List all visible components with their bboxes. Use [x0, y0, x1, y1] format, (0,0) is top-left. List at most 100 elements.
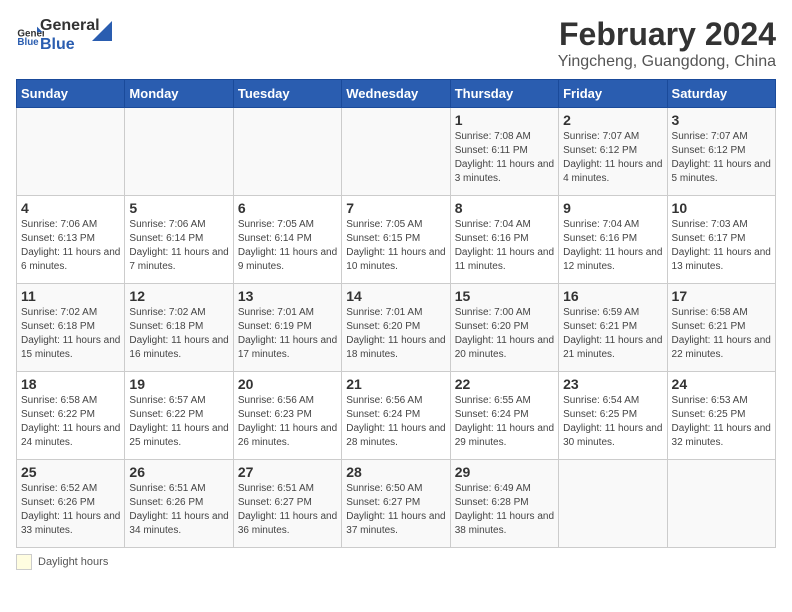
calendar-day-cell: 1 Sunrise: 7:08 AM Sunset: 6:11 PM Daylig…	[450, 108, 558, 196]
day-number: 3	[672, 112, 771, 128]
calendar-week-row: 18Sunrise: 6:58 AM Sunset: 6:22 PM Dayli…	[17, 372, 776, 460]
day-info: Sunrise: 6:54 AM Sunset: 6:25 PM Dayligh…	[563, 394, 662, 450]
day-info: Sunrise: 6:58 AM Sunset: 6:22 PM Dayligh…	[21, 394, 120, 450]
day-info: Sunrise: 7:05 AM Sunset: 6:15 PM Dayligh…	[346, 218, 445, 274]
day-info: Sunrise: 7:02 AM Sunset: 6:18 PM Dayligh…	[129, 306, 228, 362]
calendar-week-row: 11 Sunrise: 7:02 AM Sunset: 6:18 PM Dayli…	[17, 284, 776, 372]
day-info: Sunrise: 7:06 AM Sunset: 6:13 PM Dayligh…	[21, 218, 120, 274]
day-number: 11	[21, 288, 120, 304]
day-info: Sunrise: 6:49 AM Sunset: 6:28 PM Dayligh…	[455, 482, 554, 538]
calendar-day-cell: 2 Sunrise: 7:07 AM Sunset: 6:12 PM Daylig…	[559, 108, 667, 196]
calendar-week-row: 4 Sunrise: 7:06 AM Sunset: 6:13 PM Daylig…	[17, 196, 776, 284]
calendar-day-cell: 25 Sunrise: 6:52 AM Sunset: 6:26 PM Dayli…	[17, 460, 125, 548]
day-number: 15	[455, 288, 554, 304]
calendar-day-cell: 26 Sunrise: 6:51 AM Sunset: 6:26 PM Dayli…	[125, 460, 233, 548]
day-number: 17	[672, 288, 771, 304]
day-number: 10	[672, 200, 771, 216]
calendar-day-cell: 12Sunrise: 7:02 AM Sunset: 6:18 PM Dayli…	[125, 284, 233, 372]
day-info: Sunrise: 6:53 AM Sunset: 6:25 PM Dayligh…	[672, 394, 771, 450]
day-info: Sunrise: 7:02 AM Sunset: 6:18 PM Dayligh…	[21, 306, 120, 362]
calendar-day-cell: 19Sunrise: 6:57 AM Sunset: 6:22 PM Dayli…	[125, 372, 233, 460]
day-info: Sunrise: 6:59 AM Sunset: 6:21 PM Dayligh…	[563, 306, 662, 362]
day-info: Sunrise: 7:01 AM Sunset: 6:19 PM Dayligh…	[238, 306, 337, 362]
day-number: 7	[346, 200, 445, 216]
day-info: Sunrise: 6:51 AM Sunset: 6:27 PM Dayligh…	[238, 482, 337, 538]
day-info: Sunrise: 7:06 AM Sunset: 6:14 PM Dayligh…	[129, 218, 228, 274]
day-number: 25	[21, 464, 120, 480]
logo: General Blue General Blue	[16, 16, 112, 54]
day-info: Sunrise: 6:51 AM Sunset: 6:26 PM Dayligh…	[129, 482, 228, 538]
calendar-header-row: SundayMondayTuesdayWednesdayThursdayFrid…	[17, 80, 776, 108]
calendar-day-cell: 28 Sunrise: 6:50 AM Sunset: 6:27 PM Dayli…	[342, 460, 450, 548]
day-number: 23	[563, 376, 662, 392]
day-number: 5	[129, 200, 228, 216]
calendar-day-cell: 5 Sunrise: 7:06 AM Sunset: 6:14 PM Daylig…	[125, 196, 233, 284]
day-info: Sunrise: 7:04 AM Sunset: 6:16 PM Dayligh…	[455, 218, 554, 274]
month-year-title: February 2024	[558, 16, 776, 53]
day-number: 2	[563, 112, 662, 128]
calendar-day-cell: 8 Sunrise: 7:04 AM Sunset: 6:16 PM Daylig…	[450, 196, 558, 284]
calendar-day-cell	[667, 460, 775, 548]
day-number: 16	[563, 288, 662, 304]
day-info: Sunrise: 7:08 AM Sunset: 6:11 PM Dayligh…	[455, 130, 554, 186]
calendar-day-cell: 11 Sunrise: 7:02 AM Sunset: 6:18 PM Dayli…	[17, 284, 125, 372]
calendar-day-cell: 29Sunrise: 6:49 AM Sunset: 6:28 PM Dayli…	[450, 460, 558, 548]
day-of-week-header: Thursday	[450, 80, 558, 108]
day-of-week-header: Monday	[125, 80, 233, 108]
calendar-day-cell	[559, 460, 667, 548]
day-info: Sunrise: 6:56 AM Sunset: 6:24 PM Dayligh…	[346, 394, 445, 450]
day-of-week-header: Sunday	[17, 80, 125, 108]
calendar-day-cell	[342, 108, 450, 196]
day-info: Sunrise: 7:07 AM Sunset: 6:12 PM Dayligh…	[672, 130, 771, 186]
day-of-week-header: Saturday	[667, 80, 775, 108]
calendar-day-cell: 3 Sunrise: 7:07 AM Sunset: 6:12 PM Daylig…	[667, 108, 775, 196]
day-number: 27	[238, 464, 337, 480]
calendar-day-cell: 9Sunrise: 7:04 AM Sunset: 6:16 PM Daylig…	[559, 196, 667, 284]
calendar-day-cell: 27 Sunrise: 6:51 AM Sunset: 6:27 PM Dayli…	[233, 460, 341, 548]
calendar-day-cell: 20 Sunrise: 6:56 AM Sunset: 6:23 PM Dayli…	[233, 372, 341, 460]
calendar-day-cell: 17 Sunrise: 6:58 AM Sunset: 6:21 PM Dayli…	[667, 284, 775, 372]
day-number: 14	[346, 288, 445, 304]
day-info: Sunrise: 6:58 AM Sunset: 6:21 PM Dayligh…	[672, 306, 771, 362]
day-info: Sunrise: 6:56 AM Sunset: 6:23 PM Dayligh…	[238, 394, 337, 450]
day-info: Sunrise: 6:50 AM Sunset: 6:27 PM Dayligh…	[346, 482, 445, 538]
day-number: 1	[455, 112, 554, 128]
day-number: 20	[238, 376, 337, 392]
day-of-week-header: Tuesday	[233, 80, 341, 108]
calendar-day-cell: 4 Sunrise: 7:06 AM Sunset: 6:13 PM Daylig…	[17, 196, 125, 284]
legend-label: Daylight hours	[38, 556, 108, 568]
day-number: 21	[346, 376, 445, 392]
day-number: 4	[21, 200, 120, 216]
day-info: Sunrise: 7:07 AM Sunset: 6:12 PM Dayligh…	[563, 130, 662, 186]
logo-blue: Blue	[40, 35, 75, 54]
day-info: Sunrise: 7:04 AM Sunset: 6:16 PM Dayligh…	[563, 218, 662, 274]
day-number: 24	[672, 376, 771, 392]
day-number: 6	[238, 200, 337, 216]
calendar-day-cell: 16 Sunrise: 6:59 AM Sunset: 6:21 PM Dayli…	[559, 284, 667, 372]
day-info: Sunrise: 7:01 AM Sunset: 6:20 PM Dayligh…	[346, 306, 445, 362]
calendar-week-row: 25 Sunrise: 6:52 AM Sunset: 6:26 PM Dayli…	[17, 460, 776, 548]
day-info: Sunrise: 7:05 AM Sunset: 6:14 PM Dayligh…	[238, 218, 337, 274]
day-number: 22	[455, 376, 554, 392]
legend-box	[16, 554, 32, 570]
calendar-day-cell: 22Sunrise: 6:55 AM Sunset: 6:24 PM Dayli…	[450, 372, 558, 460]
location-subtitle: Yingcheng, Guangdong, China	[558, 53, 776, 71]
day-number: 26	[129, 464, 228, 480]
calendar-table: SundayMondayTuesdayWednesdayThursdayFrid…	[16, 79, 776, 548]
page-header: General Blue General Blue February 2024 …	[16, 16, 776, 71]
calendar-day-cell: 7 Sunrise: 7:05 AM Sunset: 6:15 PM Daylig…	[342, 196, 450, 284]
calendar-day-cell	[17, 108, 125, 196]
calendar-day-cell	[125, 108, 233, 196]
day-number: 13	[238, 288, 337, 304]
calendar-day-cell: 10Sunrise: 7:03 AM Sunset: 6:17 PM Dayli…	[667, 196, 775, 284]
calendar-day-cell: 18Sunrise: 6:58 AM Sunset: 6:22 PM Dayli…	[17, 372, 125, 460]
logo-triangle-icon	[92, 21, 112, 41]
day-info: Sunrise: 6:52 AM Sunset: 6:26 PM Dayligh…	[21, 482, 120, 538]
day-number: 8	[455, 200, 554, 216]
day-info: Sunrise: 7:00 AM Sunset: 6:20 PM Dayligh…	[455, 306, 554, 362]
calendar-day-cell: 6 Sunrise: 7:05 AM Sunset: 6:14 PM Daylig…	[233, 196, 341, 284]
day-of-week-header: Friday	[559, 80, 667, 108]
day-of-week-header: Wednesday	[342, 80, 450, 108]
day-number: 19	[129, 376, 228, 392]
day-number: 28	[346, 464, 445, 480]
